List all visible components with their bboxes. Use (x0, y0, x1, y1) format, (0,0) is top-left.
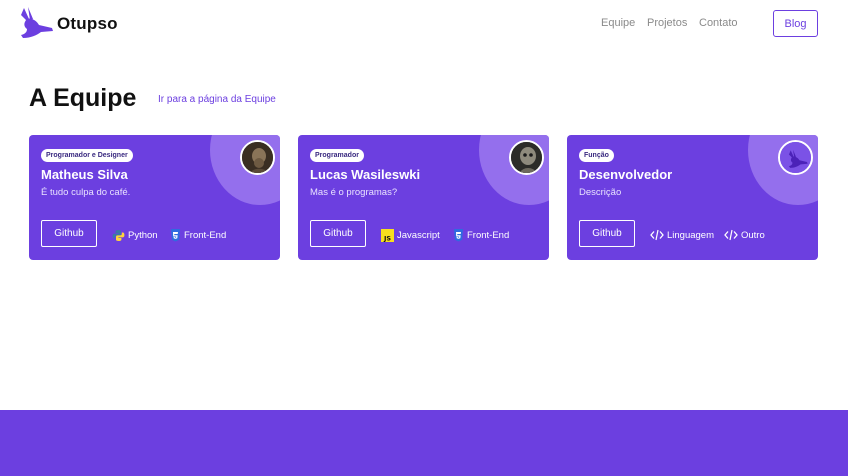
avatar (778, 140, 813, 175)
tag-label: Outro (741, 229, 765, 241)
member-name: Matheus Silva (41, 167, 128, 182)
member-description: Mas é o programas? (310, 187, 398, 198)
github-button[interactable]: Github (41, 220, 97, 247)
avatar (240, 140, 275, 175)
member-description: É tudo culpa do café. (41, 187, 131, 198)
team-card: Programador Lucas Wasileswki Mas é o pro… (298, 135, 549, 260)
tag-python: Python (112, 229, 158, 242)
github-button[interactable]: Github (310, 220, 366, 247)
brand-name[interactable]: Otupso (57, 14, 118, 34)
page-title: A Equipe (29, 84, 137, 112)
member-name: Lucas Wasileswki (310, 167, 421, 182)
nav-item-equipe[interactable]: Equipe (601, 17, 635, 29)
tag-outro: Outro (724, 229, 765, 241)
javascript-icon: JS (381, 229, 394, 242)
css3-icon (171, 229, 180, 242)
tag-label: Linguagem (667, 229, 715, 241)
github-button[interactable]: Github (579, 220, 635, 247)
team-card: Função Desenvolvedor Descrição Github Li… (567, 135, 818, 260)
nav-item-contato[interactable]: Contato (699, 17, 738, 29)
svg-text:JS: JS (383, 235, 391, 243)
role-badge: Programador e Designer (41, 149, 133, 162)
tag-front-end: Front-End (453, 229, 509, 242)
footer (0, 410, 848, 476)
code-icon (724, 229, 738, 241)
member-name: Desenvolvedor (579, 167, 673, 182)
role-badge: Programador (310, 149, 364, 162)
member-description: Descrição (579, 187, 622, 198)
tag-label: Front-End (184, 230, 227, 241)
avatar (509, 140, 544, 175)
team-page-link[interactable]: Ir para a página da Equipe (158, 94, 276, 105)
tag-javascript: JS Javascript (381, 229, 440, 242)
nav-item-projetos[interactable]: Projetos (647, 17, 687, 29)
tag-front-end: Front-End (170, 229, 226, 242)
tag-label: Front-End (467, 230, 510, 241)
role-badge: Função (579, 149, 614, 162)
tag-label: Python (128, 230, 158, 241)
tag-linguagem: Linguagem (650, 229, 714, 241)
code-icon (650, 229, 664, 241)
blog-button[interactable]: Blog (773, 10, 818, 37)
header: Otupso Equipe Projetos Contato Blog (0, 0, 848, 48)
css3-icon (454, 229, 463, 242)
tag-label: Javascript (397, 230, 440, 241)
python-icon (112, 230, 125, 241)
rabbit-logo-icon[interactable] (19, 7, 55, 39)
team-card: Programador e Designer Matheus Silva É t… (29, 135, 280, 260)
